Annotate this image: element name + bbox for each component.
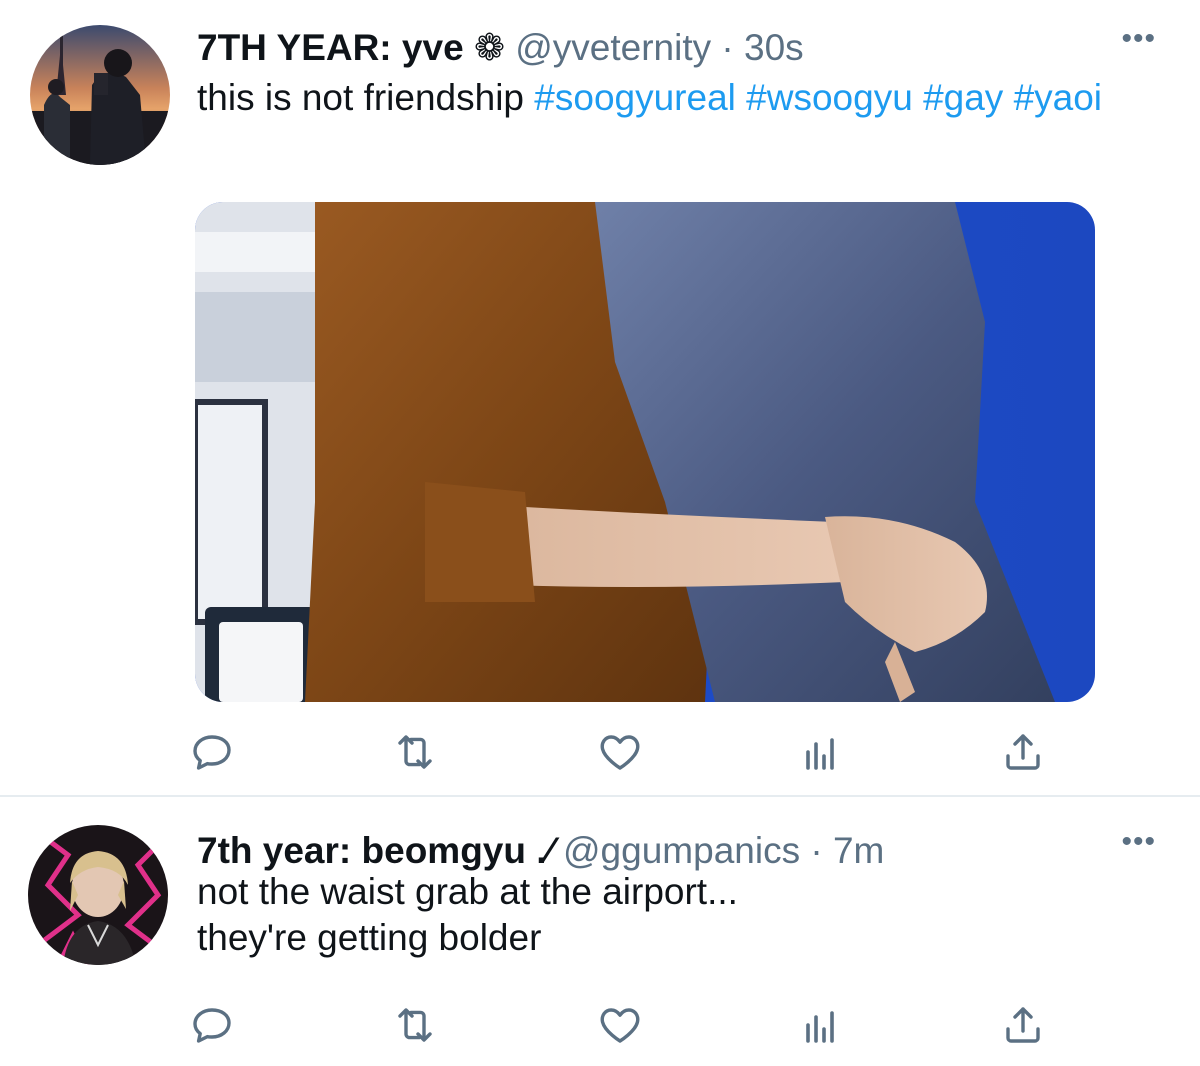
more-options-icon[interactable]: •••: [1121, 825, 1156, 859]
tweet[interactable]: 7TH YEAR: yve ❁ @yveternity · 30s ••• th…: [0, 0, 1200, 795]
timestamp[interactable]: 7m: [833, 830, 884, 871]
tweet[interactable]: 7th year: beomgyu .⁄ @ggumpanics · 7m ••…: [0, 797, 1200, 1066]
share-icon: [1006, 734, 1040, 770]
reply-icon: [193, 735, 231, 770]
analytics-icon: [806, 738, 834, 770]
like-button[interactable]: [590, 722, 650, 782]
analytics-icon: [806, 1011, 834, 1043]
tweet-text-line: they're getting bolder: [197, 917, 542, 958]
avatar-image: [28, 825, 168, 965]
display-name[interactable]: 7th year: beomgyu .⁄: [197, 830, 553, 871]
tweet-header: 7TH YEAR: yve ❁ @yveternity · 30s: [197, 26, 804, 70]
like-button[interactable]: [590, 995, 650, 1055]
retweet-icon: [398, 735, 432, 769]
reply-button[interactable]: [182, 995, 242, 1055]
avatar[interactable]: [30, 25, 170, 165]
avatar[interactable]: [28, 825, 168, 965]
hashtag-link[interactable]: #yaoi: [1014, 77, 1102, 118]
share-button[interactable]: [993, 722, 1053, 782]
timestamp[interactable]: 30s: [744, 27, 804, 68]
display-name[interactable]: 7TH YEAR: yve: [197, 27, 464, 68]
tweet-header: 7th year: beomgyu .⁄ @ggumpanics · 7m: [197, 829, 884, 873]
separator: ·: [721, 27, 734, 68]
analytics-button[interactable]: [790, 995, 850, 1055]
hashtag-link[interactable]: #soogyureal: [534, 77, 736, 118]
media-photo: [195, 202, 1095, 702]
separator: ·: [810, 830, 823, 871]
reply-button[interactable]: [182, 722, 242, 782]
heart-icon: [600, 735, 640, 770]
tweet-text: this is not friendship #soogyureal #wsoo…: [197, 75, 1147, 121]
avatar-image: [30, 25, 170, 165]
hashtag-link[interactable]: #wsoogyu: [746, 77, 913, 118]
tweet-text-plain: this is not friendship: [197, 77, 525, 118]
share-icon: [1006, 1007, 1040, 1043]
share-button[interactable]: [993, 995, 1053, 1055]
badge-icon: ❁: [473, 27, 505, 68]
tweet-actions: [0, 995, 1200, 1055]
heart-icon: [600, 1008, 640, 1043]
handle[interactable]: @ggumpanics: [563, 830, 800, 871]
analytics-button[interactable]: [790, 722, 850, 782]
tweet-actions: [0, 722, 1200, 782]
retweet-button[interactable]: [385, 722, 445, 782]
tweet-text: not the waist grab at the airport... the…: [197, 869, 1097, 961]
more-options-icon[interactable]: •••: [1121, 22, 1156, 56]
reply-icon: [193, 1008, 231, 1043]
tweet-text-line: not the waist grab at the airport...: [197, 871, 738, 912]
tweet-media[interactable]: [195, 202, 1095, 702]
handle[interactable]: @yveternity: [515, 27, 711, 68]
hashtag-link[interactable]: #gay: [923, 77, 1003, 118]
retweet-button[interactable]: [385, 995, 445, 1055]
retweet-icon: [398, 1008, 432, 1042]
